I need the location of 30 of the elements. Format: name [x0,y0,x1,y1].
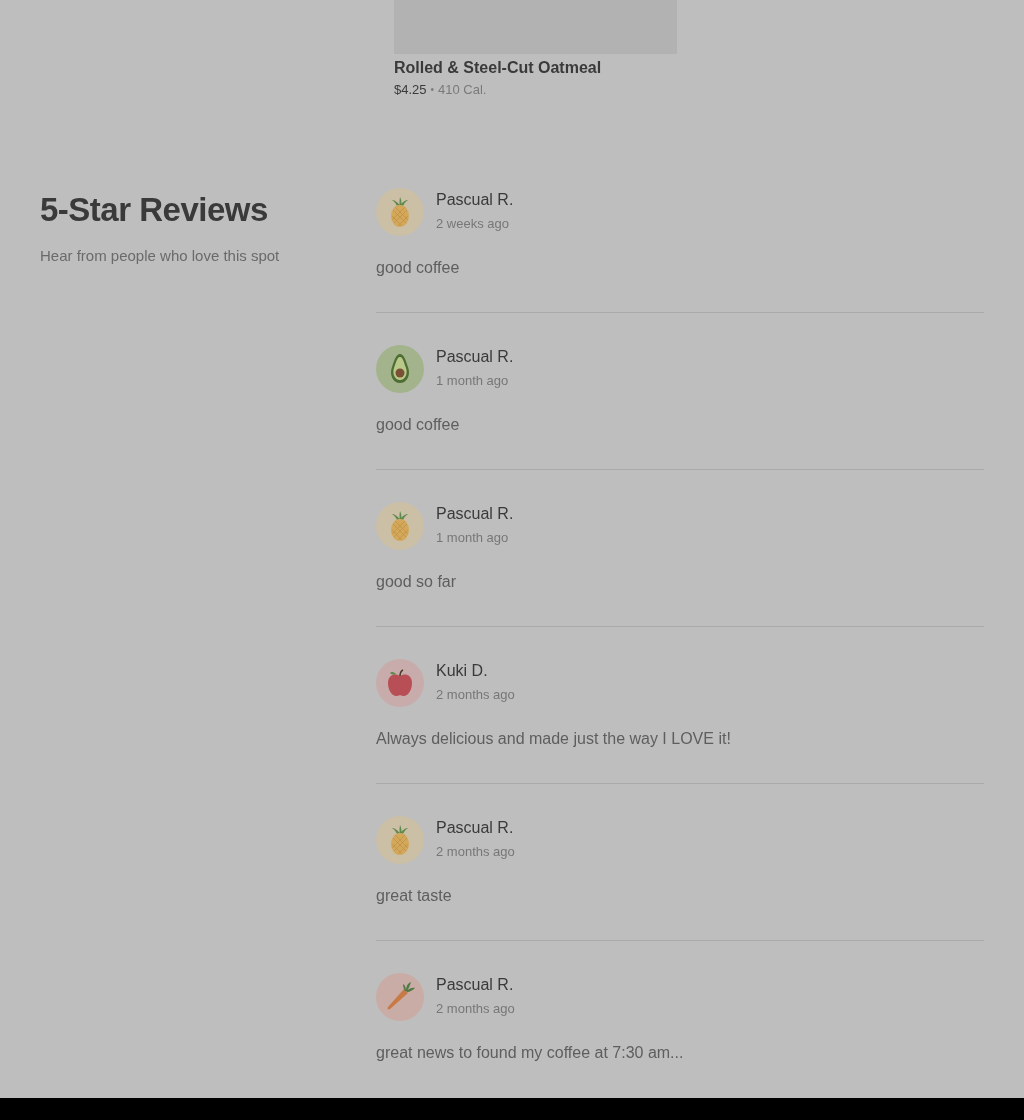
reviewer-name: Pascual R. [436,190,514,210]
reviewer-name: Pascual R. [436,347,514,367]
menu-item-calories: 410 Cal. [438,81,487,99]
review-text: great taste [376,886,452,906]
review-date: 2 months ago [436,686,515,704]
reviewer-name: Kuki D. [436,661,488,681]
review-text: good so far [376,572,457,592]
separator-dot: • [430,83,435,97]
review-date: 2 months ago [436,843,515,861]
review-date: 1 month ago [436,372,509,390]
avocado-icon [376,345,424,393]
menu-item-price: $4.25 [394,81,427,99]
review-text: good coffee [376,415,460,435]
review-date: 1 month ago [436,529,509,547]
pineapple-icon [376,188,424,236]
reviewer-name: Pascual R. [436,818,514,838]
carrot-icon [376,973,424,1021]
menu-item-title[interactable]: Rolled & Steel-Cut Oatmeal [394,56,602,80]
section-heading: 5-Star Reviews [40,190,268,230]
review-text: Always delicious and made just the way I LOVE it! [376,729,731,749]
apple-icon [376,659,424,707]
review-text: good coffee [376,258,460,278]
pineapple-icon [376,816,424,864]
reviewer-name: Pascual R. [436,975,514,995]
review-date: 2 months ago [436,1000,515,1018]
pineapple-icon [376,502,424,550]
review-date: 2 weeks ago [436,215,509,233]
review-text: great news to found my coffee at 7:30 am... [376,1043,684,1063]
reviewer-name: Pascual R. [436,504,514,524]
section-subtitle: Hear from people who love this spot [40,246,280,266]
